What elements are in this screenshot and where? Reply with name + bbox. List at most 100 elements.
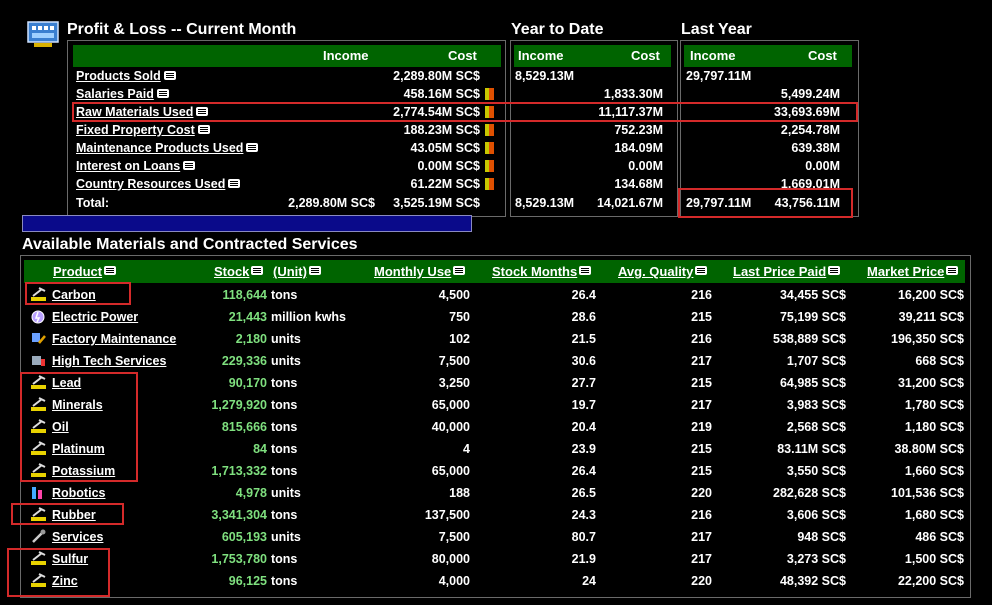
pl-row-label[interactable]: Products Sold — [76, 67, 161, 85]
stock-value: 84 — [253, 442, 267, 456]
monthly-use-value: 4,500 — [438, 288, 470, 302]
ly-income-value: 29,797.11M — [686, 69, 752, 83]
material-row: Robotics 4,978 units 188 26.5 220 282,628 SC$ 1… — [0, 483, 992, 503]
stock-column-header[interactable]: Stock — [214, 260, 264, 283]
market-price-value: 16,200 SC$ — [897, 288, 964, 302]
material-row: Platinum 84 tons 4 23.9 215 83.11M SC$ 38.80M S… — [0, 439, 992, 459]
ly-cost-value: 1,669.01M — [780, 177, 840, 191]
avg-quality-column-header[interactable]: Avg. Quality — [618, 260, 708, 283]
unit-value: million kwhs — [271, 310, 347, 324]
avg-quality-value: 220 — [691, 486, 712, 500]
income-header: Income — [323, 48, 369, 63]
unit-value: tons — [271, 464, 298, 478]
material-row: Potassium 1,713,332 tons 65,000 26.4 215 3,550… — [0, 461, 992, 481]
product-link[interactable]: Zinc — [52, 571, 78, 591]
last-price-column-header[interactable]: Last Price Paid — [733, 260, 841, 283]
comment-icon — [246, 143, 258, 152]
mining-icon — [30, 441, 47, 456]
pl-total-row: Total: 2,289.80M SC$ 3,525.19M SC$ 8,529.13… — [0, 194, 992, 212]
avg-quality-value: 217 — [691, 398, 712, 412]
stock-months-value: 27.7 — [571, 376, 596, 390]
stock-months-value: 20.4 — [571, 420, 596, 434]
pl-row: Products Sold 2,289.80M SC$ 8,529.13M 29,79… — [0, 67, 992, 85]
stock-months-value: 28.6 — [571, 310, 596, 324]
product-link[interactable]: Lead — [52, 373, 81, 393]
unit-column-header[interactable]: (Unit) — [273, 260, 321, 283]
mining-icon — [30, 573, 47, 588]
product-link[interactable]: Platinum — [52, 439, 105, 459]
pl-row-label[interactable]: Maintenance Products Used — [76, 139, 243, 157]
pl-row-label[interactable]: Fixed Property Cost — [76, 121, 195, 139]
market-price-value: 1,660 SC$ — [904, 464, 964, 478]
pl-row-label[interactable]: Country Resources Used — [76, 175, 225, 193]
product-link[interactable]: Carbon — [52, 285, 96, 305]
monthly-use-value: 7,500 — [438, 530, 470, 544]
stock-months-value: 24 — [582, 574, 596, 588]
stock-months-value: 26.5 — [571, 486, 596, 500]
product-link[interactable]: Sulfur — [52, 549, 88, 569]
stock-months-value: 30.6 — [571, 354, 596, 368]
market-price-value: 22,200 SC$ — [897, 574, 964, 588]
pl-row: Maintenance Products Used 43.05M SC$ 184.0… — [0, 139, 992, 157]
unit-value: tons — [271, 574, 298, 588]
monthly-use-value: 7,500 — [438, 354, 470, 368]
monthly-use-column-header[interactable]: Monthly Use — [374, 260, 466, 283]
product-link[interactable]: Electric Power — [52, 307, 138, 327]
stock-value: 605,193 — [221, 530, 267, 544]
stock-value: 1,713,332 — [211, 464, 267, 478]
stock-months-value: 23.9 — [571, 442, 596, 456]
mining-icon — [30, 507, 47, 522]
product-link[interactable]: High Tech Services — [52, 351, 166, 371]
market-price-value: 101,536 SC$ — [891, 486, 964, 500]
unit-value: units — [271, 354, 301, 368]
product-link[interactable]: Factory Maintenance — [52, 329, 176, 349]
material-row: Zinc 96,125 tons 4,000 24 220 48,392 SC$ 22,200… — [0, 571, 992, 591]
product-link[interactable]: Services — [52, 527, 103, 547]
market-price-column-header[interactable]: Market Price — [867, 260, 959, 283]
comment-icon — [198, 125, 210, 134]
material-row: Electric Power 21,443 million kwhs 750 28.6 2… — [0, 307, 992, 327]
monthly-use-value: 4 — [463, 442, 470, 456]
unit-value: tons — [271, 420, 298, 434]
stock-months-column-header[interactable]: Stock Months — [492, 260, 592, 283]
services-icon — [30, 529, 47, 544]
avg-quality-value: 215 — [691, 464, 712, 478]
comment-icon — [196, 107, 208, 116]
market-price-value: 1,180 SC$ — [904, 420, 964, 434]
product-link[interactable]: Oil — [52, 417, 69, 437]
cost-bar-icon — [485, 88, 494, 100]
product-column-header[interactable]: Product — [53, 260, 117, 283]
pl-row-label[interactable]: Interest on Loans — [76, 157, 180, 175]
pl-row-label[interactable]: Salaries Paid — [76, 85, 154, 103]
product-link[interactable]: Rubber — [52, 505, 96, 525]
mining-icon — [30, 419, 47, 434]
stock-value: 4,978 — [235, 486, 267, 500]
market-price-value: 1,680 SC$ — [904, 508, 964, 522]
product-link[interactable]: Robotics — [52, 483, 105, 503]
comment-icon — [308, 266, 321, 275]
material-row: Factory Maintenance 2,180 units 102 21.5 216 5… — [0, 329, 992, 349]
product-link[interactable]: Minerals — [52, 395, 103, 415]
materials-title: Available Materials and Contracted Servi… — [22, 236, 358, 253]
ytd-cost-value: 184.09M — [614, 141, 663, 155]
avg-quality-value: 220 — [691, 574, 712, 588]
cost-bar-icon — [485, 106, 494, 118]
stock-value: 90,170 — [228, 376, 267, 390]
mining-icon — [30, 463, 47, 478]
ly-cost-header: Cost — [808, 48, 837, 63]
material-row: Oil 815,666 tons 40,000 20.4 219 2,568 SC$ 1,18… — [0, 417, 992, 437]
market-price-value: 39,211 SC$ — [898, 310, 964, 324]
stock-value: 96,125 — [228, 574, 267, 588]
monthly-use-value: 65,000 — [431, 398, 470, 412]
monthly-use-value: 188 — [449, 486, 470, 500]
pl-row-label[interactable]: Raw Materials Used — [76, 103, 193, 121]
cost-bar-icon — [485, 142, 494, 154]
monthly-use-value: 3,250 — [438, 376, 470, 390]
product-link[interactable]: Potassium — [52, 461, 115, 481]
ly-cost-value: 639.38M — [791, 141, 840, 155]
pl-row: Fixed Property Cost 188.23M SC$ 752.23M 2,2… — [0, 121, 992, 139]
avg-quality-value: 215 — [691, 442, 712, 456]
avg-quality-value: 215 — [691, 376, 712, 390]
ytd-cost-value: 11,117.37M — [598, 105, 663, 119]
material-row: High Tech Services 229,336 units 7,500 30.6 2… — [0, 351, 992, 371]
